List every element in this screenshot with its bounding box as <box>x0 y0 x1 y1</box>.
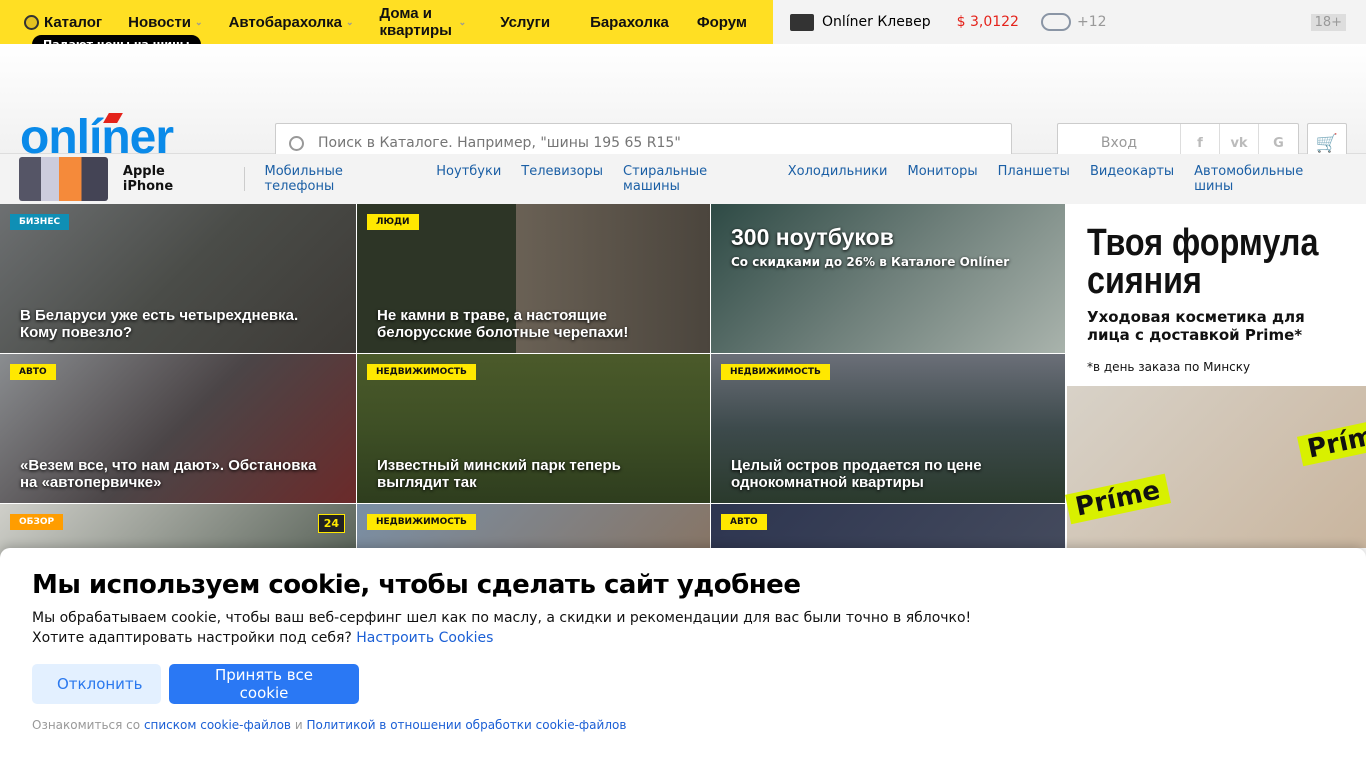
nav-catalog[interactable]: Каталог <box>24 14 102 31</box>
nav-baraholka[interactable]: Барахолка <box>590 14 669 31</box>
news-tile[interactable]: БИЗНЕС В Беларуси уже есть четырехдневка.… <box>0 204 357 354</box>
news-title[interactable]: Известный минский парк теперь выглядит т… <box>377 457 690 491</box>
search-icon[interactable] <box>289 135 304 151</box>
catalog-link[interactable]: Телевизоры <box>521 164 603 194</box>
cookie-question: Хотите адаптировать настройки под себя? <box>32 630 352 646</box>
iphone-image[interactable] <box>19 157 108 201</box>
chevron-down-icon: ⌄ <box>458 16 467 27</box>
ad-subtitle: Уходовая косметика для лица с доставкой … <box>1087 308 1305 344</box>
age-badge: 18+ <box>1310 13 1346 31</box>
news-title[interactable]: Не камни в траве, а настоящие белорусски… <box>377 307 690 341</box>
nav-label: Каталог <box>44 13 103 31</box>
cookie-text-2: Хотите адаптировать настройки под себя? … <box>32 628 1334 648</box>
catalog-icon <box>24 14 39 30</box>
cloud-icon <box>1040 13 1071 31</box>
news-tile[interactable]: НЕДВИЖИМОСТЬ Известный минский парк тепер… <box>357 354 711 504</box>
ad-banner[interactable]: Твоя формула сияния Уходовая косметика д… <box>1064 204 1366 548</box>
top-tools: Onlíner Клевер $ 3,0122 +12 18+ <box>773 0 1366 44</box>
klever-link[interactable]: Onlíner Клевер <box>822 14 931 30</box>
catalog-link[interactable]: Холодильники <box>788 164 888 194</box>
category-tag[interactable]: АВТО <box>721 514 767 530</box>
cookie-banner: Мы используем cookie, чтобы сделать сайт… <box>0 548 1366 768</box>
chevron-down-icon: ⌄ <box>195 16 203 27</box>
fine-text: Ознакомиться со <box>32 718 141 732</box>
catalog-link[interactable]: Видеокарты <box>1090 164 1174 194</box>
nav-label: Дома и квартиры <box>379 5 452 39</box>
category-tag[interactable]: ОБЗОР <box>10 514 64 530</box>
news-title[interactable]: Целый остров продается по цене однокомна… <box>731 457 1045 491</box>
nav-news[interactable]: Новости ⌄ <box>128 14 202 31</box>
fine-text: и <box>294 718 303 732</box>
accept-button[interactable]: Принять все cookie <box>169 664 359 704</box>
nav-label: Автобарахолка <box>228 13 342 31</box>
promo-link[interactable]: Apple iPhone <box>123 164 220 194</box>
header: onlíner Вход f vk G 🛒 <box>0 44 1366 163</box>
ad-note: *в день заказа по Минску <box>1087 360 1251 374</box>
category-tag[interactable]: ЛЮДИ <box>367 214 419 230</box>
ad-brand: Príme <box>1296 415 1366 467</box>
comments-count[interactable]: 24 <box>317 514 345 533</box>
nav-label: Услуги <box>500 13 551 31</box>
chevron-down-icon: ⌄ <box>346 16 354 27</box>
news-tile[interactable]: ЛЮДИ Не камни в траве, а настоящие белору… <box>357 204 711 354</box>
temperature: +12 <box>1076 14 1107 30</box>
divider <box>243 167 245 191</box>
catalog-link[interactable]: Мобильные телефоны <box>265 164 417 194</box>
nav-realty[interactable]: Дома и квартиры ⌄ <box>380 5 467 39</box>
decline-button[interactable]: Отклонить <box>32 664 161 704</box>
news-tile[interactable]: АВТО «Везем все, что нам дают». Обстановк… <box>0 354 357 504</box>
catalog-link[interactable]: Стиральные машины <box>623 164 768 194</box>
promo-title: 300 ноутбуков <box>731 224 894 250</box>
cookie-settings-link[interactable]: Настроить Cookies <box>356 630 493 646</box>
category-tag[interactable]: БИЗНЕС <box>10 214 70 230</box>
klever-icon <box>790 13 814 31</box>
catalog-bar: Apple iPhone Мобильные телефоны Ноутбуки Т… <box>0 154 1366 204</box>
currency-rate[interactable]: $ 3,0122 <box>957 14 1019 30</box>
catalog-link[interactable]: Автомобильные шины <box>1194 164 1346 194</box>
cookie-text: Мы обрабатываем cookie, чтобы ваш веб-се… <box>32 610 972 626</box>
nav-label: Новости <box>128 13 192 31</box>
category-tag[interactable]: АВТО <box>10 364 56 380</box>
cookie-fine-print: Ознакомиться со списком cookie-файлов и … <box>32 718 1334 732</box>
nav-services[interactable]: Услуги <box>500 14 550 31</box>
news-title[interactable]: В Беларуси уже есть четырехдневка. Кому … <box>20 307 336 341</box>
nav-forum[interactable]: Форум <box>697 14 747 31</box>
top-bar: Каталог Новости ⌄ Автобарахолка ⌄ Дома и к… <box>0 0 1366 44</box>
news-tile[interactable]: НЕДВИЖИМОСТЬ Целый остров продается по це… <box>711 354 1066 504</box>
promo-subtitle: Со скидками до 26% в Каталоге Onlíner <box>731 255 1010 269</box>
ad-image: Príme Príme <box>1064 386 1366 548</box>
catalog-link[interactable]: Планшеты <box>998 164 1070 194</box>
nav-auto[interactable]: Автобарахолка ⌄ <box>229 14 354 31</box>
catalog-link[interactable]: Ноутбуки <box>436 164 501 194</box>
cookie-policy-link[interactable]: Политикой в отношении обработки cookie-ф… <box>306 718 626 732</box>
category-tag[interactable]: НЕДВИЖИМОСТЬ <box>367 364 476 380</box>
ad-title: Твоя формула сияния <box>1087 222 1319 302</box>
news-tile[interactable]: 300 ноутбуков Со скидками до 26% в Катало… <box>711 204 1066 354</box>
catalog-link[interactable]: Мониторы <box>907 164 977 194</box>
nav-label: Форум <box>696 13 747 31</box>
news-title[interactable]: «Везем все, что нам дают». Обстановка на… <box>20 457 336 491</box>
category-tag[interactable]: НЕДВИЖИМОСТЬ <box>721 364 830 380</box>
nav-label: Барахолка <box>590 13 669 31</box>
category-tag[interactable]: НЕДВИЖИМОСТЬ <box>367 514 476 530</box>
search-input[interactable] <box>318 135 1011 151</box>
weather[interactable]: +12 <box>1040 13 1107 31</box>
cookie-list-link[interactable]: списком cookie-файлов <box>144 718 291 732</box>
ad-brand: Príme <box>1064 473 1171 525</box>
cookie-title: Мы используем cookie, чтобы сделать сайт… <box>32 570 801 600</box>
